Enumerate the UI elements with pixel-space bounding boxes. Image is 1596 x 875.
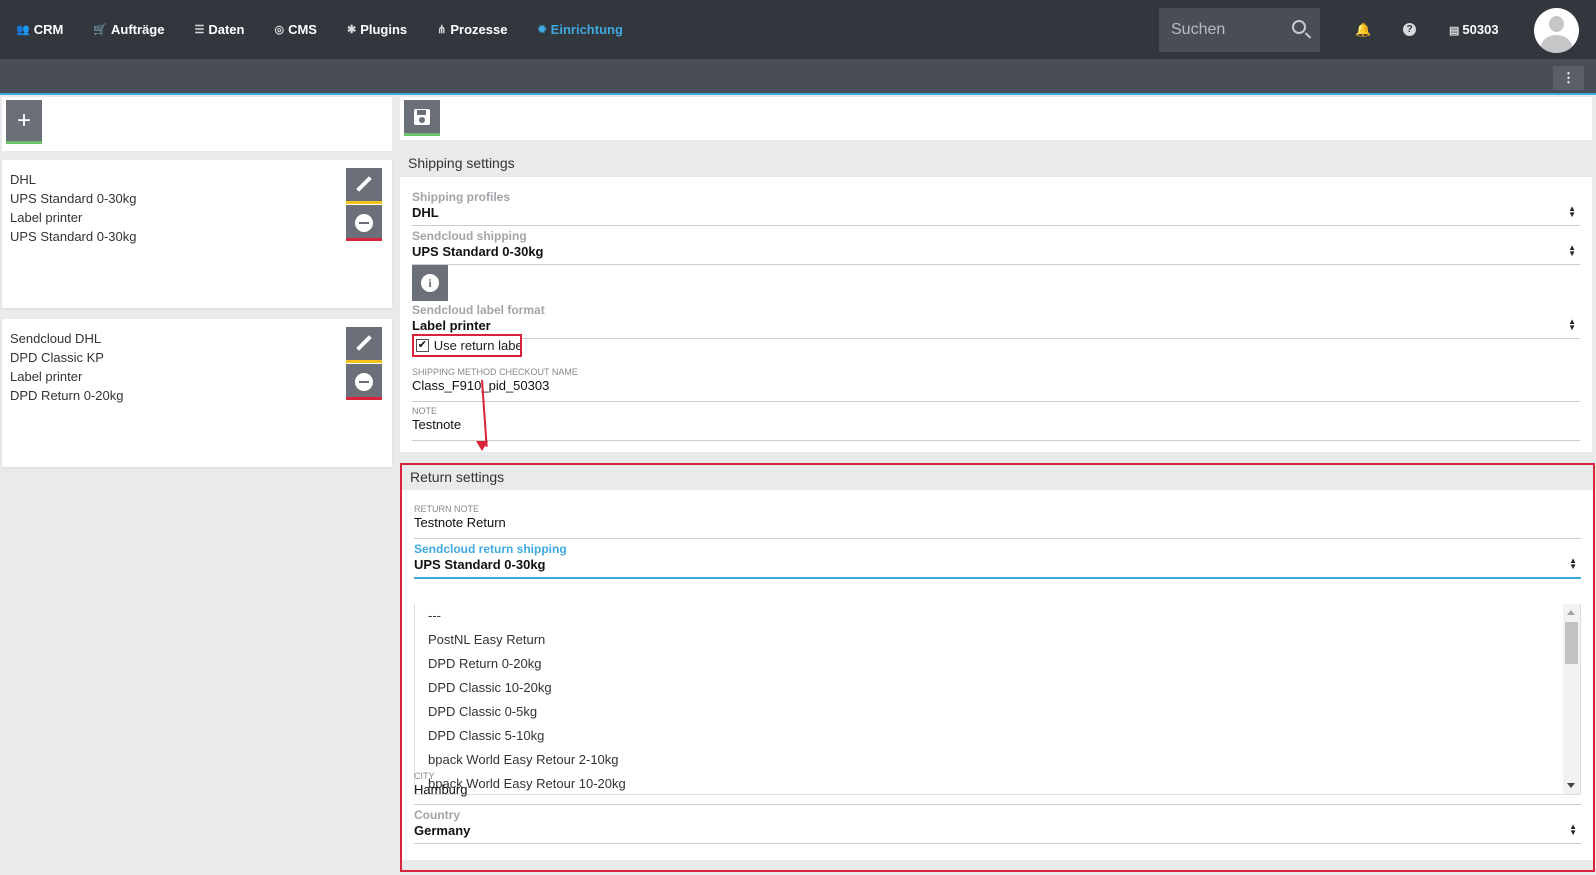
more-menu-button[interactable]: ⋮ [1553, 66, 1584, 90]
nav-cms[interactable]: ◎ CMS [274, 22, 317, 37]
config-card[interactable]: Sendcloud DHL DPD Classic KP Label print… [2, 319, 392, 467]
config-card[interactable]: DHL UPS Standard 0-30kg Label printer UP… [2, 160, 392, 308]
note-field[interactable]: NOTE Testnote [412, 406, 1580, 441]
city-field[interactable]: CITY Hamburg [414, 771, 1581, 805]
dropdown-option[interactable]: PostNL Easy Return [415, 628, 1580, 652]
users-icon: 👥 [16, 24, 30, 36]
bell-icon[interactable]: 🔔 [1355, 22, 1371, 38]
top-navigation-bar: 👥 CRM 🛒 Aufträge ☰ Daten ◎ CMS ✱ Plugins ⋔ Pro… [0, 0, 1596, 59]
dropdown-scrollbar[interactable] [1563, 604, 1580, 794]
save-button[interactable] [404, 100, 440, 136]
card-line: Label printer [10, 210, 83, 225]
sort-caret-icon: ▲ ▼ [1568, 317, 1576, 332]
store-icon: ▤ [1449, 25, 1460, 37]
minus-circle-icon [355, 373, 373, 391]
dropdown-option[interactable]: --- [415, 604, 1580, 628]
dropdown-option[interactable]: bpack World Easy Retour 2-10kg [415, 748, 1580, 772]
scroll-up-icon[interactable] [1567, 610, 1575, 615]
return-settings-panel: RETURN NOTE Testnote Return Sendcloud re… [402, 490, 1593, 860]
country-select[interactable]: Country Germany ▲ ▼ [414, 808, 1581, 844]
minus-circle-icon [355, 214, 373, 232]
nav-einrichtung[interactable]: ✹ Einrichtung [537, 22, 622, 37]
card-line: DHL [10, 172, 37, 187]
main-nav: 👥 CRM 🛒 Aufträge ☰ Daten ◎ CMS ✱ Plugins ⋔ Pro… [16, 0, 653, 59]
info-button[interactable]: i [412, 265, 448, 301]
cart-icon: 🛒 [93, 24, 108, 36]
search-icon[interactable] [1292, 20, 1306, 34]
delete-button[interactable] [346, 205, 382, 241]
label-format-select[interactable]: Sendcloud label format Label printer ▲ ▼ [412, 303, 1580, 339]
return-note-field[interactable]: RETURN NOTE Testnote Return [414, 504, 1581, 539]
annotation-arrow-head [476, 441, 488, 451]
add-button[interactable]: + [6, 100, 42, 144]
card-line: DPD Classic KP [10, 350, 104, 365]
sort-caret-icon: ▲ ▼ [1568, 243, 1576, 258]
puzzle-icon: ✱ [346, 24, 357, 36]
return-settings-header: Return settings [402, 465, 1593, 490]
left-toolbar: + [2, 97, 392, 151]
pencil-icon [356, 176, 372, 192]
sort-caret-icon: ▲ ▼ [1569, 556, 1577, 571]
shipping-settings-panel: Shipping profiles DHL ▲ ▼ Sendcloud shipp… [400, 177, 1592, 452]
nav-prozesse[interactable]: ⋔ Prozesse [437, 22, 507, 37]
edit-button[interactable] [346, 168, 382, 204]
check-icon: ✔ [416, 339, 429, 352]
info-icon: i [421, 274, 439, 292]
sub-toolbar: ⋮ [0, 59, 1596, 95]
dropdown-option[interactable]: DPD Classic 0-5kg [415, 700, 1580, 724]
card-line: DPD Return 0-20kg [10, 388, 124, 403]
card-line: UPS Standard 0-30kg [10, 191, 137, 206]
search-box [1159, 8, 1320, 52]
search-input[interactable] [1171, 21, 1291, 39]
sort-caret-icon: ▲ ▼ [1568, 204, 1576, 219]
delete-button[interactable] [346, 364, 382, 400]
dropdown-option[interactable]: DPD Return 0-20kg [415, 652, 1580, 676]
nav-daten[interactable]: ☰ Daten [194, 22, 244, 37]
help-icon[interactable]: ? [1403, 23, 1416, 36]
avatar[interactable] [1534, 8, 1579, 53]
nav-crm[interactable]: 👥 CRM [16, 22, 63, 37]
card-line: Sendcloud DHL [10, 331, 102, 346]
shipping-profiles-select[interactable]: Shipping profiles DHL ▲ ▼ [412, 190, 1580, 226]
sendcloud-shipping-select[interactable]: Sendcloud shipping UPS Standard 0-30kg ▲… [412, 229, 1580, 265]
right-toolbar [400, 97, 1592, 140]
pencil-icon [356, 335, 372, 351]
account-switcher[interactable]: ▤ 50303 [1449, 22, 1499, 37]
dropdown-option[interactable]: DPD Classic 5-10kg [415, 724, 1580, 748]
use-return-label-checkbox[interactable]: ✔ Use return label [412, 334, 522, 357]
dropdown-option[interactable]: DPD Classic 10-20kg [415, 676, 1580, 700]
sort-caret-icon: ▲ ▼ [1569, 822, 1577, 837]
return-shipping-select[interactable]: Sendcloud return shipping UPS Standard 0… [414, 542, 1581, 579]
return-shipping-dropdown: --- PostNL Easy Return DPD Return 0-20kg… [414, 604, 1581, 795]
flow-icon: ⋔ [437, 24, 447, 36]
edit-button[interactable] [346, 327, 382, 363]
globe-icon: ◎ [274, 24, 285, 36]
scroll-thumb[interactable] [1565, 622, 1578, 664]
floppy-disk-icon [414, 109, 430, 125]
nav-auftraege[interactable]: 🛒 Aufträge [93, 22, 164, 37]
card-line: Label printer [10, 369, 83, 384]
shipping-settings-title: Shipping settings [408, 155, 515, 171]
gear-icon: ✹ [537, 24, 547, 36]
plus-icon: + [16, 107, 31, 134]
return-settings-title: Return settings [410, 469, 505, 485]
nav-plugins[interactable]: ✱ Plugins [347, 22, 407, 37]
card-line: UPS Standard 0-30kg [10, 229, 137, 244]
database-icon: ☰ [194, 24, 205, 36]
checkout-name-field[interactable]: SHIPPING METHOD CHECKOUT NAME Class_F910… [412, 367, 1580, 402]
